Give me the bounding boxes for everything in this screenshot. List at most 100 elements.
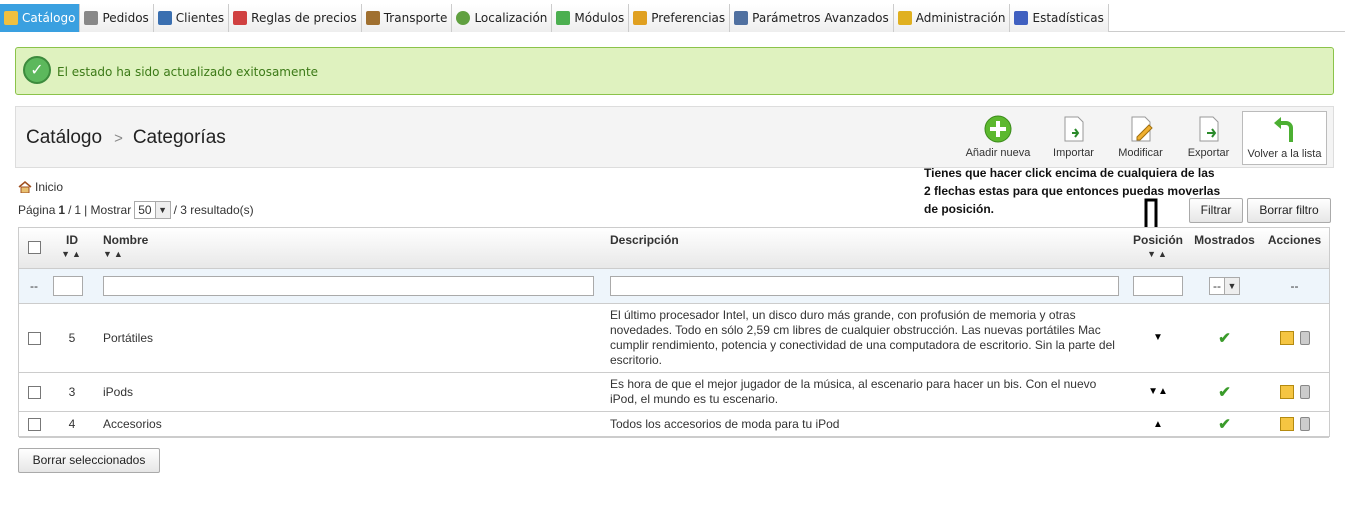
id-filter-cell xyxy=(49,268,95,304)
row-actions xyxy=(1260,411,1329,438)
name-filter-cell xyxy=(95,268,602,304)
row-checkbox[interactable] xyxy=(27,418,41,432)
tab-label: Parámetros Avanzados xyxy=(752,11,889,25)
per-page-select[interactable]: 50 ▼ xyxy=(134,201,171,219)
row-checkbox[interactable] xyxy=(27,385,41,399)
actions-filter-dash: -- xyxy=(1260,268,1329,304)
breadcrumb-separator: > xyxy=(114,130,123,147)
table-row[interactable]: 3 iPods Es hora de que el mejor jugador … xyxy=(19,372,1329,412)
tab-label: Módulos xyxy=(574,11,625,25)
back-to-list-label: Volver a la lista xyxy=(1247,148,1322,160)
row-description: Todos los accesorios de moda para tu iPo… xyxy=(602,411,1127,438)
edit-icon[interactable] xyxy=(1279,417,1294,432)
add-new-button[interactable]: Añadir nueva xyxy=(963,115,1033,163)
enabled-check-icon[interactable]: ✔ xyxy=(1189,372,1260,412)
edit-icon[interactable] xyxy=(1279,330,1294,345)
edit-document-icon xyxy=(1131,116,1153,142)
table-row[interactable]: 5 Portátiles El último procesador Intel,… xyxy=(19,303,1329,373)
row-id: 4 xyxy=(49,411,95,438)
delete-icon[interactable] xyxy=(1299,384,1310,399)
tab-reglas-de-precios[interactable]: Reglas de precios xyxy=(229,4,362,32)
breadcrumb-section[interactable]: Catálogo xyxy=(26,127,102,148)
position-filter-cell xyxy=(1127,268,1189,304)
truck-icon xyxy=(365,11,380,25)
tab-modulos[interactable]: Módulos xyxy=(552,4,630,32)
chevron-down-icon: ▼ xyxy=(154,202,170,218)
success-check-icon: ✓ xyxy=(23,56,51,84)
tab-localizacion[interactable]: Localización xyxy=(452,4,553,32)
enabled-check-icon[interactable]: ✔ xyxy=(1189,411,1260,438)
row-checkbox-cell xyxy=(19,303,49,373)
tab-administracion[interactable]: Administración xyxy=(893,4,1011,32)
tab-clientes[interactable]: Clientes xyxy=(153,4,230,32)
table-row[interactable]: 4 Accesorios Todos los accesorios de mod… xyxy=(19,411,1329,438)
row-name: Portátiles xyxy=(95,303,602,373)
user-icon xyxy=(157,11,172,25)
name-filter-input[interactable] xyxy=(103,275,594,296)
export-icon xyxy=(1199,116,1218,142)
tab-preferencias[interactable]: Preferencias xyxy=(629,4,731,32)
export-button[interactable]: Exportar xyxy=(1181,115,1236,163)
reset-filter-button[interactable]: Borrar filtro xyxy=(1247,198,1331,223)
import-label: Importar xyxy=(1053,147,1094,159)
position-arrows[interactable]: ▼▲ xyxy=(1127,372,1189,412)
delete-selected-button[interactable]: Borrar seleccionados xyxy=(18,448,160,473)
position-arrows[interactable]: ▼ xyxy=(1127,303,1189,373)
row-description: Es hora de que el mejor jugador de la mú… xyxy=(602,372,1127,412)
home-link[interactable]: Inicio xyxy=(18,180,63,194)
tab-label: Localización xyxy=(474,11,548,25)
edit-button[interactable]: Modificar xyxy=(1113,115,1168,163)
tab-estadisticas[interactable]: Estadísticas xyxy=(1010,4,1109,32)
tab-transporte[interactable]: Transporte xyxy=(361,4,453,32)
confirmation-banner: ✓ El estado ha sido actualizado exitosam… xyxy=(15,47,1334,95)
back-to-list-button[interactable]: Volver a la lista xyxy=(1242,111,1327,165)
id-sort-icon[interactable]: ▼▲ xyxy=(49,249,95,259)
description-header: Descripción xyxy=(602,228,1127,269)
row-checkbox[interactable] xyxy=(27,331,41,345)
delete-icon[interactable] xyxy=(1299,330,1310,345)
breadcrumb: Catálogo > Categorías xyxy=(26,127,226,149)
tab-label: Transporte xyxy=(383,11,448,25)
import-button[interactable]: Importar xyxy=(1046,115,1101,163)
filter-button[interactable]: Filtrar xyxy=(1189,198,1243,223)
row-id: 5 xyxy=(49,303,95,373)
tab-catalogo[interactable]: Catálogo xyxy=(0,4,81,32)
position-header: Posición ▼▲ xyxy=(1127,228,1189,269)
tab-label: Catálogo xyxy=(22,11,76,25)
total-pages: 1 xyxy=(74,203,82,217)
annotation-note: Tienes que hacer click encima de cualqui… xyxy=(924,166,1221,216)
key-icon xyxy=(897,11,912,25)
displayed-filter-cell: -- ▼ xyxy=(1189,268,1260,304)
select-all-checkbox[interactable] xyxy=(27,241,41,254)
bar-chart-icon xyxy=(1014,11,1029,25)
tab-pedidos[interactable]: Pedidos xyxy=(80,4,154,32)
description-filter-cell xyxy=(602,268,1127,304)
pagination: Página 1/ 1 | Mostrar 50 ▼ / 3 resultado(… xyxy=(18,201,254,219)
delete-icon[interactable] xyxy=(1299,417,1310,432)
edit-icon[interactable] xyxy=(1279,384,1294,399)
displayed-filter-value: -- xyxy=(1213,278,1221,293)
preferences-icon xyxy=(633,11,648,25)
home-icon xyxy=(18,181,32,193)
position-filter-input[interactable] xyxy=(1133,275,1183,296)
position-sort-icon[interactable]: ▼▲ xyxy=(1127,249,1189,259)
row-id: 3 xyxy=(49,372,95,412)
current-page: 1 xyxy=(58,203,66,217)
id-filter-input[interactable] xyxy=(53,275,83,296)
tab-label: Preferencias xyxy=(651,11,726,25)
position-arrows[interactable]: ▲ xyxy=(1127,411,1189,438)
globe-icon xyxy=(456,11,471,25)
row-name: Accesorios xyxy=(95,411,602,438)
edit-label: Modificar xyxy=(1118,147,1163,159)
results-count: / 3 resultado(s) xyxy=(173,203,254,217)
id-header-label: ID xyxy=(66,233,78,247)
displayed-filter-select[interactable]: -- ▼ xyxy=(1209,276,1240,295)
description-filter-input[interactable] xyxy=(610,275,1119,296)
wrench-icon xyxy=(734,11,749,25)
import-icon xyxy=(1064,116,1083,142)
enabled-check-icon[interactable]: ✔ xyxy=(1189,303,1260,373)
tab-parametros-avanzados[interactable]: Parámetros Avanzados xyxy=(730,4,894,32)
row-description: El último procesador Intel, un disco dur… xyxy=(602,303,1127,373)
id-header: ID ▼▲ xyxy=(49,228,95,269)
name-sort-icon[interactable]: ▼▲ xyxy=(103,249,602,259)
